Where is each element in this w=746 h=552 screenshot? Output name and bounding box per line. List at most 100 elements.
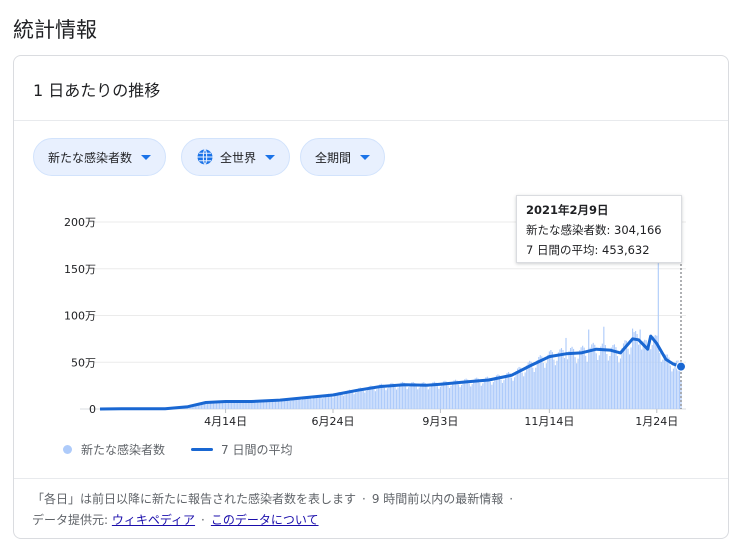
daily-cases-bar (371, 386, 373, 409)
daily-cases-bar (249, 402, 251, 409)
daily-cases-bar (346, 391, 348, 409)
daily-cases-bar (644, 339, 646, 409)
daily-cases-bar (616, 356, 619, 409)
daily-cases-bar (589, 347, 591, 409)
hover-point-marker (676, 361, 686, 372)
daily-cases-bar (483, 378, 485, 409)
daily-cases-bar (424, 383, 426, 409)
daily-cases-bar (237, 402, 239, 409)
daily-cases-bar (523, 376, 525, 409)
daily-cases-bar (473, 379, 475, 409)
daily-cases-bar (309, 398, 311, 409)
daily-cases-bar (542, 362, 544, 409)
daily-cases-bar (506, 373, 508, 409)
daily-cases-bar (458, 384, 460, 409)
daily-cases-bar (441, 382, 443, 409)
footer-note-text: 「各日」は前日以降に新たに報告された感染者数を表します (32, 492, 357, 506)
daily-cases-bar (291, 399, 293, 409)
daily-cases-bar (565, 337, 567, 409)
daily-cases-bar (377, 385, 379, 409)
daily-cases-bar (470, 386, 472, 409)
footer-note: 「各日」は前日以降に新たに報告された感染者数を表します · 9 時間前以内の最新情報… (32, 490, 519, 507)
daily-cases-bar (386, 388, 389, 409)
daily-cases-bar (485, 377, 487, 409)
daily-cases-bar (290, 400, 292, 409)
daily-cases-bar (514, 377, 516, 409)
wikipedia-link[interactable]: ウィキペディア (112, 513, 195, 527)
daily-cases-bar (355, 392, 357, 409)
daily-cases-bar (414, 382, 416, 409)
daily-cases-bar (451, 381, 454, 409)
daily-cases-bar (557, 352, 560, 409)
daily-cases-bar (420, 383, 422, 409)
daily-cases-bar (215, 403, 218, 409)
daily-cases-bar (604, 345, 606, 409)
daily-cases-bar (247, 402, 249, 409)
daily-cases-bar (657, 263, 659, 409)
y-tick-label: 150万 (64, 263, 96, 276)
daily-cases-bar (662, 359, 664, 409)
daily-cases-bar (362, 390, 364, 409)
daily-cases-bar (501, 382, 504, 409)
y-tick-label: 200万 (64, 216, 96, 229)
daily-cases-bar (651, 345, 653, 409)
daily-cases-bar (439, 386, 441, 409)
daily-cases-bar (645, 340, 647, 409)
daily-cases-bar (482, 383, 484, 409)
daily-cases-bar (353, 394, 355, 409)
daily-cases-bar (647, 344, 649, 409)
daily-cases-bar (468, 383, 470, 409)
daily-cases-bar (583, 347, 585, 409)
legend-item-average[interactable]: 7 日間の平均 (191, 441, 292, 458)
daily-cases-bar (426, 386, 428, 409)
separator: · (509, 492, 514, 506)
about-data-link[interactable]: このデータについて (211, 513, 319, 527)
source-prefix: データ提供元: (32, 513, 109, 527)
cases-chart: 0 50万 100万 150万 200万 4月14日 6月24日 9月3日 11月14日 1月24… (64, 196, 686, 428)
daily-cases-bar (409, 383, 411, 409)
daily-cases-bar (330, 396, 333, 409)
daily-cases-bar (406, 389, 408, 409)
daily-cases-bar (418, 387, 420, 409)
daily-cases-bar (553, 359, 555, 409)
daily-cases-bar (668, 357, 670, 409)
legend-dot-icon (63, 445, 72, 454)
daily-cases-bar (494, 377, 496, 409)
chart-tooltip: 2021年2月9日 新たな感染者数: 304,166 7 日間の平均: 453,… (516, 195, 682, 263)
daily-cases-bar (545, 363, 547, 409)
daily-cases-bar (507, 371, 510, 409)
daily-cases-bar (503, 380, 505, 409)
daily-cases-bar (333, 396, 336, 409)
daily-cases-bar (510, 377, 513, 409)
legend-line-icon (191, 448, 213, 451)
daily-cases-bar (515, 371, 517, 409)
daily-cases-bar (547, 354, 549, 409)
tooltip-date: 2021年2月9日 (526, 203, 609, 217)
daily-cases-bar (600, 346, 602, 409)
daily-cases-bar (411, 382, 413, 409)
daily-cases-bar (477, 378, 479, 409)
daily-cases-bar (479, 382, 481, 409)
daily-cases-bar (517, 368, 519, 409)
daily-cases-bar (595, 353, 597, 409)
daily-cases-bar (421, 382, 423, 409)
daily-cases-bar (474, 378, 476, 409)
daily-cases-bar (615, 347, 617, 409)
daily-cases-bar (376, 389, 378, 409)
daily-cases-bar (612, 345, 614, 409)
daily-cases-bar (450, 385, 452, 409)
legend-item-cases[interactable]: 新たな感染者数 (63, 441, 165, 458)
daily-cases-bar (650, 349, 652, 409)
daily-cases-bar (259, 401, 261, 409)
daily-cases-bar (288, 399, 290, 409)
daily-cases-bar (588, 329, 590, 409)
daily-cases-bar (586, 361, 588, 409)
daily-cases-bar (258, 402, 260, 409)
daily-cases-bar (577, 358, 579, 409)
daily-cases-bar (427, 389, 429, 409)
daily-cases-bar (392, 383, 395, 409)
daily-cases-bar (526, 365, 528, 409)
y-tick-label: 100万 (64, 310, 96, 323)
daily-cases-bar (512, 380, 514, 409)
daily-cases-bar (341, 394, 343, 409)
